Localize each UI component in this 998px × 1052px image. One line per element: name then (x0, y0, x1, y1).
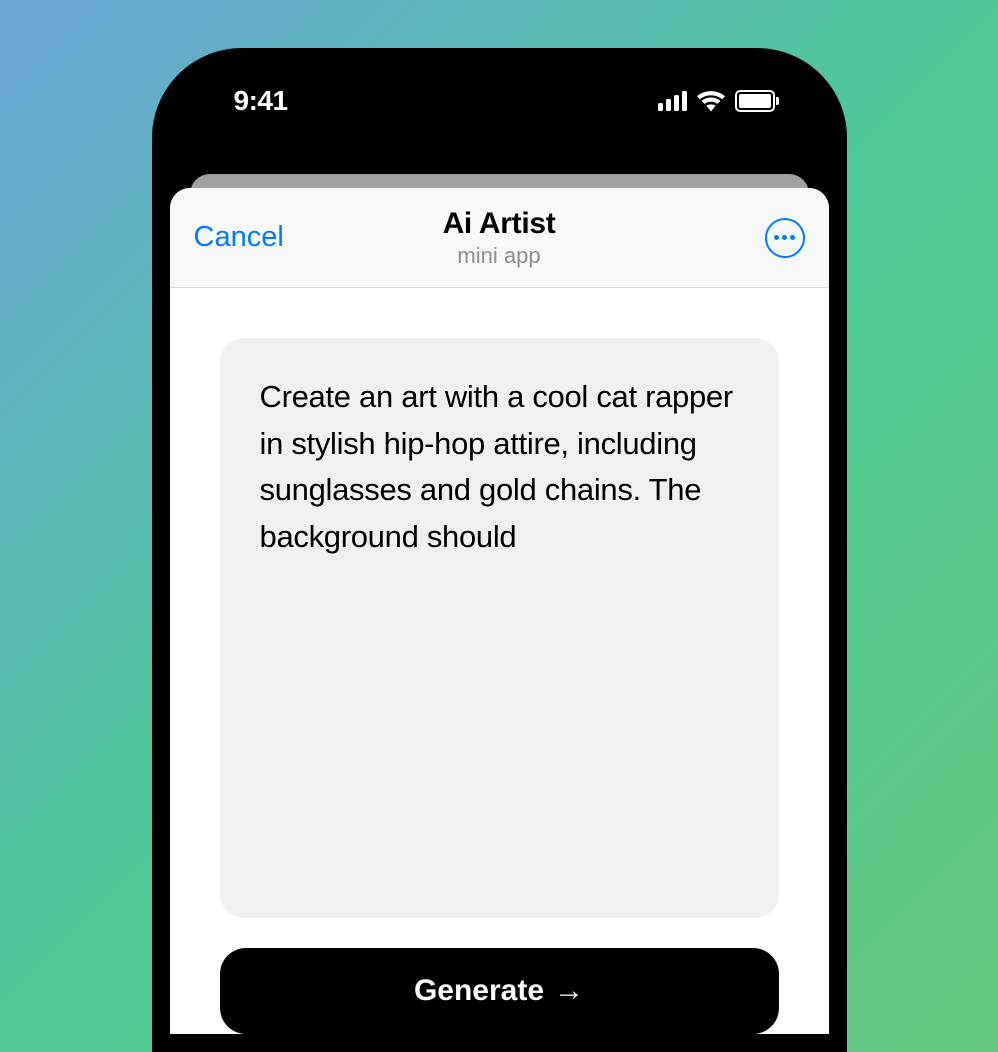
cellular-icon (658, 91, 687, 111)
wifi-icon (697, 90, 725, 112)
phone-screen: 9:41 (170, 66, 829, 1034)
battery-icon (735, 90, 779, 112)
more-icon (774, 235, 795, 240)
status-bar: 9:41 (170, 66, 829, 136)
header-title-group: Ai Artist mini app (304, 207, 695, 269)
sheet-subtitle: mini app (304, 243, 695, 269)
sheet-header: Cancel Ai Artist mini app (170, 188, 829, 288)
arrow-right-icon: → (554, 974, 584, 1008)
generate-label: Generate (414, 974, 544, 1008)
status-icons (658, 90, 779, 112)
sheet-title: Ai Artist (304, 207, 695, 241)
modal-sheet: Cancel Ai Artist mini app (170, 188, 829, 1034)
prompt-input[interactable] (220, 338, 779, 918)
sheet-body: Generate → (170, 288, 829, 1034)
status-time: 9:41 (234, 85, 288, 117)
phone-frame: 9:41 (152, 48, 847, 1052)
cancel-button[interactable]: Cancel (194, 221, 304, 254)
generate-button[interactable]: Generate → (220, 948, 779, 1034)
more-options-button[interactable] (765, 218, 805, 258)
